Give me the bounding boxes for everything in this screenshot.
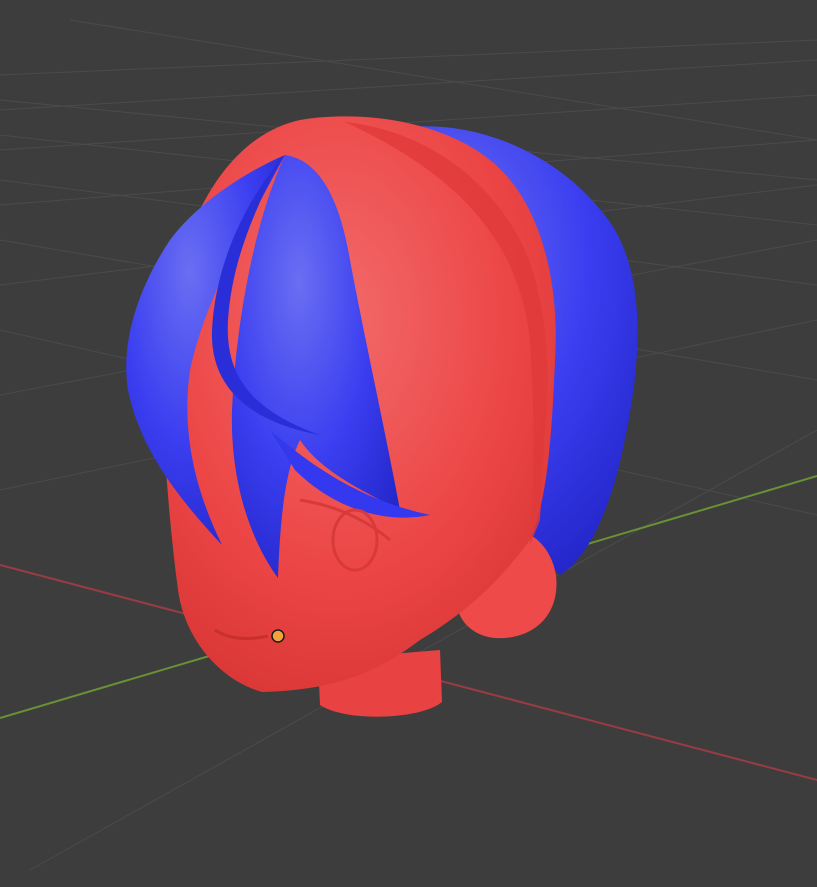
3d-viewport[interactable] — [0, 0, 817, 887]
viewport-canvas[interactable] — [0, 0, 817, 887]
object-origin-marker[interactable] — [271, 629, 285, 643]
